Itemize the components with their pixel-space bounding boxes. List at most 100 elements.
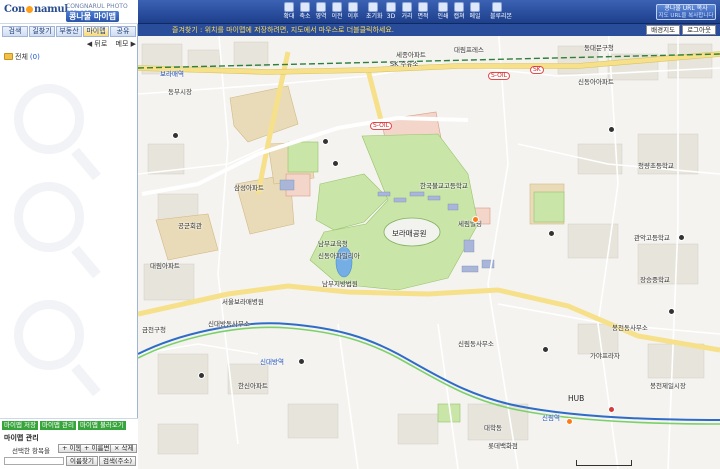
map-label: 공군회관 (178, 222, 202, 230)
tab-share[interactable]: 공유 (110, 26, 136, 37)
back-link[interactable]: ◀ 뒤로 (87, 40, 108, 48)
poi-marker-icon[interactable] (542, 346, 549, 353)
service-title: 콩나물 마이맵 (66, 11, 119, 22)
select-label: 선택한 항목을 (12, 447, 50, 455)
tool-label: 블루리본 (490, 13, 513, 20)
poi-marker-icon[interactable] (608, 406, 615, 413)
map-label: HUB (568, 394, 585, 403)
poi-marker-icon[interactable] (678, 234, 685, 241)
manage-mymap-button[interactable]: 마이맵 관리 (39, 421, 76, 430)
background-map-button[interactable]: 배경지도 (646, 25, 681, 35)
map-label: 동대문구청 (584, 44, 614, 52)
back-tool[interactable]: 이전 (330, 2, 344, 20)
map-label: 신동아아파트 (578, 78, 614, 86)
tool-label: 확대 (283, 13, 295, 20)
tool-label: 메일 (469, 13, 481, 20)
forward-tool[interactable]: 이후 (346, 2, 360, 20)
name-search-button[interactable]: 이름찾기 (66, 456, 98, 466)
mymap-actions: 마이맵 저장 마이맵 관리 마이맵 불러오기 (2, 421, 126, 430)
zoom-out-icon (300, 2, 310, 12)
capture-tool[interactable]: 캡쳐 (452, 2, 466, 20)
reset-tool[interactable]: 초기화 (366, 2, 383, 20)
logo-dot-icon (26, 6, 33, 13)
poi-marker-icon[interactable] (322, 138, 329, 145)
map-label: 보라매역 (160, 70, 184, 78)
zoom-in-icon (284, 2, 294, 12)
map-label: 가야프라자 (590, 352, 620, 360)
poi-marker-icon[interactable] (566, 418, 573, 425)
poi-marker-icon[interactable] (172, 132, 179, 139)
mymap-search-input[interactable] (4, 457, 64, 465)
poi-marker-icon[interactable] (668, 308, 675, 315)
load-mymap-button[interactable]: 마이맵 불러오기 (77, 421, 126, 430)
tab-realestate[interactable]: 부동산 (56, 26, 82, 37)
congnamul-logo[interactable]: Con namul (4, 4, 68, 15)
logo-text-a: Con (4, 4, 25, 15)
ribbon-icon (492, 2, 502, 12)
logout-button[interactable]: 로그아웃 (682, 25, 716, 35)
map-label: 한신아파트 (238, 382, 268, 390)
capture-icon (454, 2, 464, 12)
map-toolbar: 확대 축소 영역 이전 이후 초기화 3D 거리 면적 인쇄 캡쳐 메일 블루리… (138, 0, 720, 24)
map-label: 한국불교고등학교 (420, 182, 468, 190)
tool-label: 이후 (347, 13, 359, 20)
poi-marker-icon[interactable] (298, 358, 305, 365)
map-label: 신동아파밀리아 (318, 252, 360, 260)
zoom-out-tool[interactable]: 축소 (298, 2, 312, 20)
copy-url-button[interactable]: 콩나물 URL 복사 지도 URL을 복사합니다 (656, 4, 716, 20)
tool-label: 영역 (315, 13, 327, 20)
folder-label: 전체 (15, 53, 28, 61)
poi-marker-icon[interactable] (472, 216, 479, 223)
map-label: 봉천제일시장 (650, 382, 686, 390)
logo-bar: Connamul CONGNARUL PHOTO SERVICE 콩나물 마이맵 (0, 0, 138, 24)
map-label: SK 주유소 (390, 60, 419, 68)
area-measure-tool[interactable]: 면적 (416, 2, 430, 20)
memo-link[interactable]: 메모 ▶ (116, 40, 137, 48)
map-controls: 배경지도 로그아웃 (646, 25, 716, 35)
3d-tool[interactable]: 3D (384, 2, 398, 20)
area-measure-icon (418, 2, 428, 12)
tab-search[interactable]: 검색 (2, 26, 28, 37)
map-label: 봉천동사무소 (612, 324, 648, 332)
folder-count: (0) (29, 53, 40, 61)
gas-station-badge[interactable]: SK (530, 66, 544, 74)
tool-label: 면적 (417, 13, 429, 20)
poi-marker-icon[interactable] (548, 230, 555, 237)
delete-button[interactable]: × 삭제 (110, 444, 138, 453)
print-icon (438, 2, 448, 12)
distance-tool[interactable]: 거리 (400, 2, 414, 20)
tab-mymap[interactable]: 마이맵 (83, 26, 109, 37)
mymap-management: 마이맵 저장 마이맵 관리 마이맵 불러오기 마이맵 관리 선택한 항목을 + … (0, 418, 138, 469)
mail-tool[interactable]: 메일 (468, 2, 482, 20)
address-search-button[interactable]: 검색(주소) (99, 456, 136, 466)
tool-label: 초기화 (366, 13, 383, 20)
folder-all[interactable]: 전체 (0) (4, 52, 40, 62)
poi-marker-icon[interactable] (608, 126, 615, 133)
zoom-in-tool[interactable]: 확대 (282, 2, 296, 20)
tab-route[interactable]: 길찾기 (29, 26, 55, 37)
forward-icon (348, 2, 358, 12)
url-button-sub: 지도 URL을 복사합니다 (658, 13, 714, 19)
poi-marker-icon[interactable] (198, 372, 205, 379)
blue-ribbon-tool[interactable]: 블루리본 (490, 2, 513, 20)
logo-text-b: namul (34, 4, 68, 15)
tool-label: 3D (386, 13, 396, 20)
print-tool[interactable]: 인쇄 (436, 2, 450, 20)
watermark-magnifier-icon (14, 84, 84, 154)
map-label: 보라매공원 (392, 229, 427, 238)
map-label: 관악고등학교 (634, 234, 670, 242)
map-canvas[interactable]: 즐겨찾기 : 위치를 마이맵에 저장하려면, 지도에서 마우스로 더블클릭하세요… (138, 24, 720, 469)
map-label: 신대방동사무소 (208, 320, 250, 328)
tool-label: 인쇄 (437, 13, 449, 20)
gas-station-badge[interactable]: S-OIL (488, 72, 510, 80)
map-label: 신대방역 (260, 358, 284, 366)
save-mymap-button[interactable]: 마이맵 저장 (2, 421, 38, 430)
tool-label: 거리 (401, 13, 413, 20)
map-label: 장승중학교 (640, 276, 670, 284)
map-label: 남부지방법원 (322, 280, 358, 288)
poi-marker-icon[interactable] (332, 160, 339, 167)
gas-station-badge[interactable]: S-OIL (370, 122, 392, 130)
area-tool[interactable]: 영역 (314, 2, 328, 20)
map-label: 서울보라매병원 (222, 298, 264, 306)
map-label: 롯데백화점 (488, 442, 518, 450)
